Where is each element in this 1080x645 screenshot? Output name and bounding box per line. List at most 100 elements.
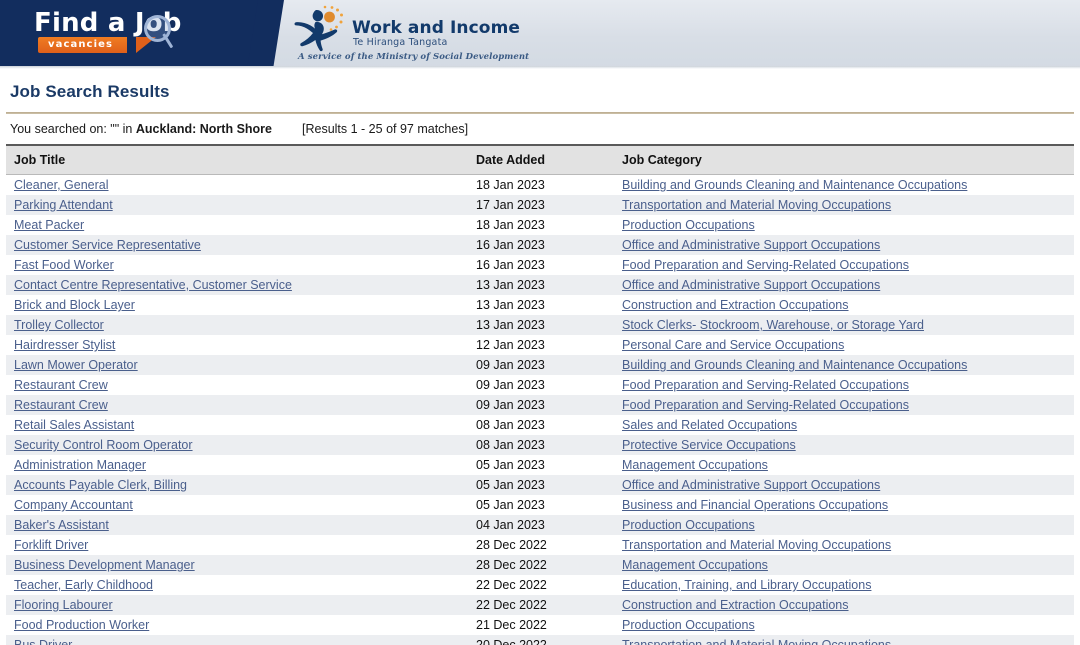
job-category-link[interactable]: Protective Service Occupations (622, 438, 796, 452)
job-title-link[interactable]: Contact Centre Representative, Customer … (14, 278, 292, 292)
job-category-link[interactable]: Education, Training, and Library Occupat… (622, 578, 871, 592)
date-added-value: 16 Jan 2023 (476, 258, 545, 272)
job-category-link[interactable]: Sales and Related Occupations (622, 418, 797, 432)
job-title-link[interactable]: Accounts Payable Clerk, Billing (14, 478, 187, 492)
date-added-value: 13 Jan 2023 (476, 278, 545, 292)
date-added-value: 16 Jan 2023 (476, 238, 545, 252)
job-category-link[interactable]: Personal Care and Service Occupations (622, 338, 844, 352)
job-category-link[interactable]: Production Occupations (622, 618, 755, 632)
job-category-link[interactable]: Production Occupations (622, 518, 755, 532)
table-row: Retail Sales Assistant 08 Jan 2023 Sales a… (6, 415, 1074, 435)
job-category-link[interactable]: Construction and Extraction Occupations (622, 298, 849, 312)
job-title-link[interactable]: Lawn Mower Operator (14, 358, 138, 372)
table-header-row: Job Title Date Added Job Category (6, 144, 1074, 175)
job-title-link[interactable]: Baker's Assistant (14, 518, 109, 532)
job-category-link[interactable]: Management Occupations (622, 558, 768, 572)
job-category-link[interactable]: Production Occupations (622, 218, 755, 232)
job-title-link[interactable]: Fast Food Worker (14, 258, 114, 272)
cell-date-added: 09 Jan 2023 (468, 355, 614, 375)
job-title-link[interactable]: Security Control Room Operator (14, 438, 193, 452)
job-title-link[interactable]: Brick and Block Layer (14, 298, 135, 312)
job-category-link[interactable]: Management Occupations (622, 458, 768, 472)
job-category-link[interactable]: Office and Administrative Support Occupa… (622, 278, 880, 292)
job-category-link[interactable]: Transportation and Material Moving Occup… (622, 538, 891, 552)
cell-date-added: 05 Jan 2023 (468, 455, 614, 475)
table-row: Company Accountant 05 Jan 2023 Business an… (6, 495, 1074, 515)
job-category-link[interactable]: Building and Grounds Cleaning and Mainte… (622, 358, 967, 372)
job-title-link[interactable]: Restaurant Crew (14, 398, 108, 412)
cell-date-added: 09 Jan 2023 (468, 395, 614, 415)
job-category-link[interactable]: Food Preparation and Serving-Related Occ… (622, 378, 909, 392)
cell-date-added: 21 Dec 2022 (468, 615, 614, 635)
job-title-link[interactable]: Administration Manager (14, 458, 146, 472)
date-added-value: 08 Jan 2023 (476, 438, 545, 452)
column-header-job-title[interactable]: Job Title (6, 144, 468, 175)
job-category-link[interactable]: Transportation and Material Moving Occup… (622, 638, 891, 645)
cell-job-category: Transportation and Material Moving Occup… (614, 195, 1074, 215)
date-added-value: 04 Jan 2023 (476, 518, 545, 532)
job-title-link[interactable]: Parking Attendant (14, 198, 113, 212)
date-added-value: 12 Jan 2023 (476, 338, 545, 352)
table-row: Cleaner, General 18 Jan 2023 Building and … (6, 174, 1074, 195)
search-summary-prefix: You searched on: "" in (10, 122, 136, 136)
cell-job-category: Transportation and Material Moving Occup… (614, 535, 1074, 555)
date-added-value: 05 Jan 2023 (476, 498, 545, 512)
date-added-value: 18 Jan 2023 (476, 218, 545, 232)
cell-job-title: Company Accountant (6, 495, 468, 515)
cell-job-title: Contact Centre Representative, Customer … (6, 275, 468, 295)
job-category-link[interactable]: Construction and Extraction Occupations (622, 598, 849, 612)
table-row: Fast Food Worker 16 Jan 2023 Food Preparat… (6, 255, 1074, 275)
job-category-link[interactable]: Stock Clerks- Stockroom, Warehouse, or S… (622, 318, 924, 332)
job-category-link[interactable]: Building and Grounds Cleaning and Mainte… (622, 178, 967, 192)
job-title-link[interactable]: Bus Driver (14, 638, 72, 645)
date-added-value: 05 Jan 2023 (476, 478, 545, 492)
job-category-link[interactable]: Food Preparation and Serving-Related Occ… (622, 258, 909, 272)
cell-date-added: 22 Dec 2022 (468, 595, 614, 615)
job-title-link[interactable]: Restaurant Crew (14, 378, 108, 392)
job-title-link[interactable]: Forklift Driver (14, 538, 88, 552)
job-title-link[interactable]: Trolley Collector (14, 318, 104, 332)
cell-date-added: 04 Jan 2023 (468, 515, 614, 535)
date-added-value: 08 Jan 2023 (476, 418, 545, 432)
cell-date-added: 05 Jan 2023 (468, 475, 614, 495)
page-title: Job Search Results (10, 82, 170, 101)
date-added-value: 20 Dec 2022 (476, 638, 547, 645)
job-category-link[interactable]: Transportation and Material Moving Occup… (622, 198, 891, 212)
table-row: Administration Manager 05 Jan 2023 Managem… (6, 455, 1074, 475)
job-title-link[interactable]: Business Development Manager (14, 558, 195, 572)
job-title-link[interactable]: Cleaner, General (14, 178, 109, 192)
cell-date-added: 08 Jan 2023 (468, 435, 614, 455)
job-title-link[interactable]: Company Accountant (14, 498, 133, 512)
cell-job-title: Baker's Assistant (6, 515, 468, 535)
cell-job-title: Restaurant Crew (6, 375, 468, 395)
job-category-link[interactable]: Business and Financial Operations Occupa… (622, 498, 888, 512)
page-content: Job Search Results You searched on: "" i… (0, 69, 1080, 645)
job-title-link[interactable]: Teacher, Early Childhood (14, 578, 153, 592)
table-row: Business Development Manager 28 Dec 2022 M… (6, 555, 1074, 575)
job-category-link[interactable]: Office and Administrative Support Occupa… (622, 478, 880, 492)
date-added-value: 09 Jan 2023 (476, 358, 545, 372)
cell-job-title: Hairdresser Stylist (6, 335, 468, 355)
job-title-link[interactable]: Meat Packer (14, 218, 84, 232)
cell-job-title: Lawn Mower Operator (6, 355, 468, 375)
job-category-link[interactable]: Food Preparation and Serving-Related Occ… (622, 398, 909, 412)
find-a-job-logo[interactable]: Find a Job vacancies (28, 8, 208, 60)
column-header-job-category[interactable]: Job Category (614, 144, 1074, 175)
cell-job-title: Administration Manager (6, 455, 468, 475)
job-title-link[interactable]: Hairdresser Stylist (14, 338, 115, 352)
job-category-link[interactable]: Office and Administrative Support Occupa… (622, 238, 880, 252)
work-and-income-logo[interactable]: Work and Income Te Hiranga Tangata A ser… (290, 4, 550, 66)
cell-job-title: Brick and Block Layer (6, 295, 468, 315)
cell-date-added: 17 Jan 2023 (468, 195, 614, 215)
table-row: Security Control Room Operator 08 Jan 202… (6, 435, 1074, 455)
job-title-link[interactable]: Flooring Labourer (14, 598, 113, 612)
job-title-link[interactable]: Food Production Worker (14, 618, 149, 632)
job-title-link[interactable]: Customer Service Representative (14, 238, 201, 252)
table-row: Brick and Block Layer 13 Jan 2023 Construc… (6, 295, 1074, 315)
job-title-link[interactable]: Retail Sales Assistant (14, 418, 134, 432)
table-row: Food Production Worker 21 Dec 2022 Product… (6, 615, 1074, 635)
cell-date-added: 08 Jan 2023 (468, 415, 614, 435)
column-header-date-added[interactable]: Date Added (468, 144, 614, 175)
cell-job-category: Construction and Extraction Occupations (614, 595, 1074, 615)
date-added-value: 13 Jan 2023 (476, 318, 545, 332)
